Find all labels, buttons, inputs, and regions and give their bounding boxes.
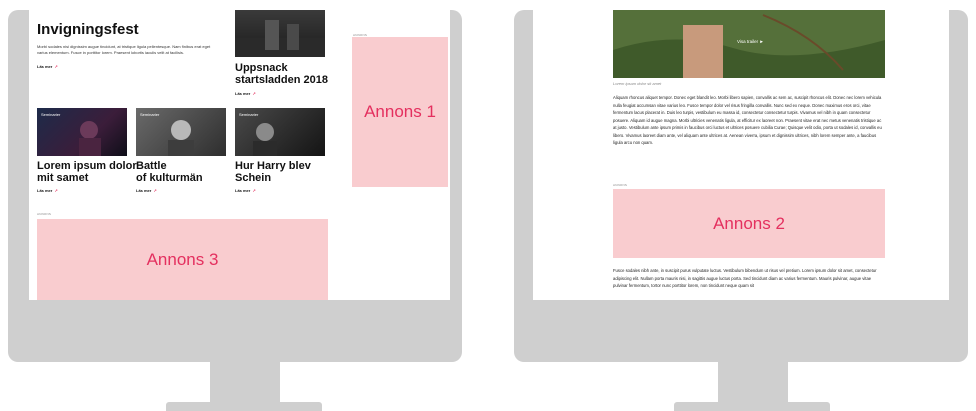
card-2-read-more[interactable]: Läs mer ↗ bbox=[136, 188, 157, 193]
top-article-excerpt: Morbi sodales nisi dignissim augue tinci… bbox=[37, 44, 211, 55]
side-article-read-more[interactable]: Läs mer ↗ bbox=[235, 91, 256, 96]
card-1-image[interactable]: Seminarier bbox=[37, 108, 127, 156]
ad-3[interactable]: Annons 3 bbox=[37, 219, 328, 300]
card-3-image[interactable]: Seminarier bbox=[235, 108, 325, 156]
ad-2-tag: ANNONS bbox=[613, 183, 628, 187]
arrow-icon: ↗ bbox=[54, 64, 58, 69]
arrow-icon: ↗ bbox=[252, 91, 256, 96]
card-1-read-more[interactable]: Läs mer ↗ bbox=[37, 188, 58, 193]
ad-1[interactable]: Annons 1 bbox=[352, 37, 448, 187]
arrow-icon: ↗ bbox=[153, 188, 157, 193]
card-2-image[interactable]: Seminarier bbox=[136, 108, 226, 156]
side-article-title[interactable]: Uppsnack startsladden 2018 bbox=[235, 62, 328, 86]
ad-3-tag: ANNONS bbox=[37, 212, 52, 216]
ad-1-label: Annons 1 bbox=[364, 102, 436, 121]
monitor-base bbox=[166, 402, 322, 411]
video-player[interactable]: Visa trailer ► bbox=[613, 10, 885, 78]
card-2-title[interactable]: Battle of kulturmän bbox=[136, 160, 203, 184]
trailer-button[interactable]: Visa trailer ► bbox=[737, 39, 764, 44]
side-article-image[interactable] bbox=[235, 10, 325, 57]
ad-2-label: Annons 2 bbox=[713, 213, 785, 233]
photo-placeholder bbox=[235, 20, 325, 57]
right-screen: Visa trailer ► Lorem ipsum dolor sit ame… bbox=[533, 10, 949, 300]
monitor-stand bbox=[210, 362, 280, 402]
ad-2[interactable]: Annons 2 bbox=[613, 189, 885, 258]
card-1-title[interactable]: Lorem ipsum dolor mit samet bbox=[37, 160, 137, 184]
monitor-stand bbox=[718, 362, 788, 402]
article-paragraph-2: Fusce sodales nibh ante, in suscipit pur… bbox=[613, 268, 877, 288]
photo-placeholder bbox=[253, 123, 277, 156]
arrow-icon: ↗ bbox=[54, 188, 58, 193]
monitor-base bbox=[674, 402, 830, 411]
card-3-read-more[interactable]: Läs mer ↗ bbox=[235, 188, 256, 193]
article-paragraph-1: Aliquam rhoncus aliquet tempor. Donec eg… bbox=[613, 95, 882, 145]
video-still bbox=[613, 10, 885, 78]
photo-placeholder bbox=[168, 120, 194, 156]
photo-placeholder bbox=[79, 121, 101, 156]
arrow-icon: ↗ bbox=[252, 188, 256, 193]
left-screen: Invigningsfest Morbi sodales nisi dignis… bbox=[29, 10, 450, 300]
image-caption: Lorem ipsum dolor sit amet bbox=[613, 81, 662, 86]
card-3-title[interactable]: Hur Harry blev Schein bbox=[235, 160, 311, 184]
ad-3-label: Annons 3 bbox=[146, 249, 219, 269]
top-article-title[interactable]: Invigningsfest bbox=[37, 22, 139, 37]
top-article-read-more[interactable]: Läs mer ↗ bbox=[37, 64, 58, 69]
